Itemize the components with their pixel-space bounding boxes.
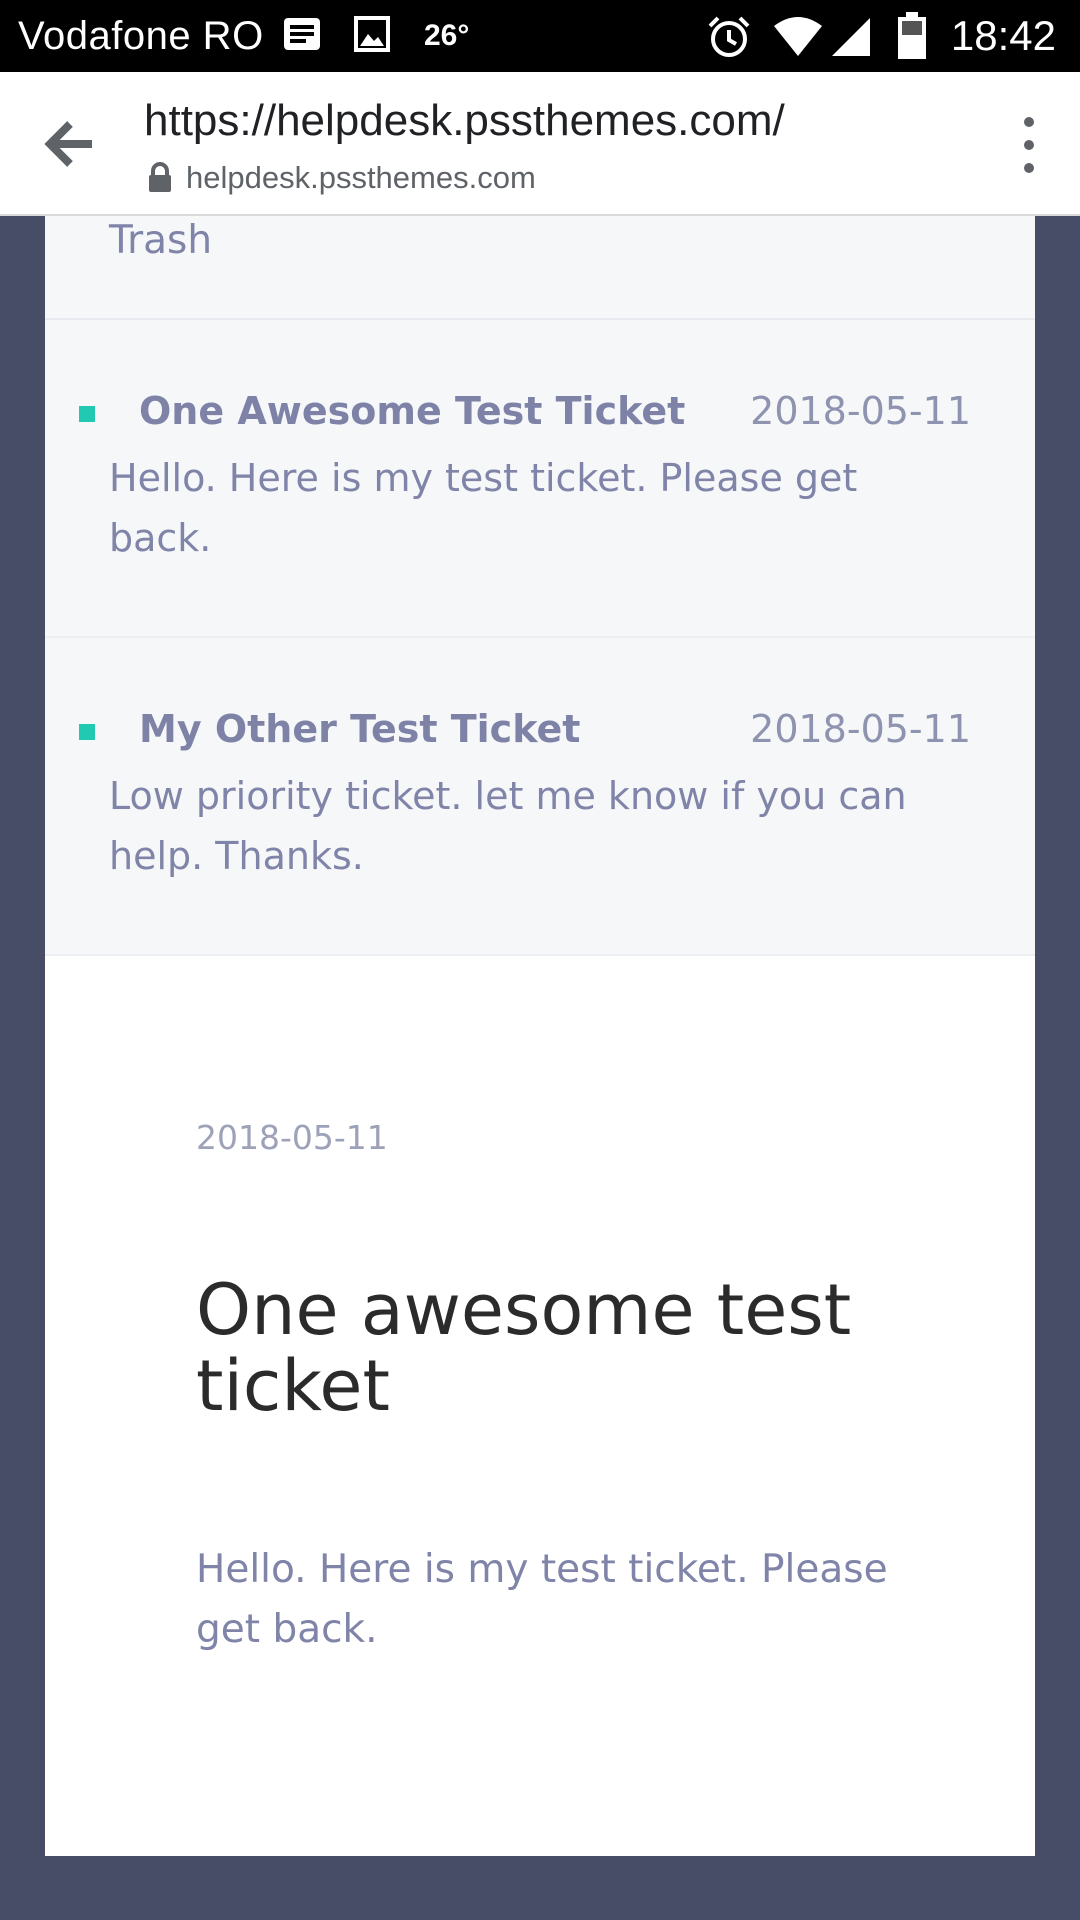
message-icon — [282, 14, 322, 59]
detail-date: 2018-05-11 — [196, 1118, 388, 1157]
lock-icon — [148, 162, 172, 194]
page-domain: helpdesk.pssthemes.com — [186, 160, 536, 195]
sidebar-item-trash[interactable]: Trash — [45, 216, 1035, 320]
carrier-name: Vodafone RO — [18, 14, 264, 58]
detail-title: One awesome test ticket — [196, 1269, 852, 1427]
temperature: 26° — [424, 19, 470, 52]
status-bar: Vodafone RO 26° 18:42 — [0, 0, 1080, 72]
page-url[interactable]: https://helpdesk.pssthemes.com/ — [144, 94, 844, 148]
ticket-date: 2018-05-11 — [750, 389, 971, 433]
status-bullet-icon — [79, 724, 95, 740]
ticket-list: Trash One Awesome Test Ticket 2018-05-11… — [45, 216, 1035, 956]
image-icon — [352, 14, 392, 59]
status-bullet-icon — [79, 406, 95, 422]
back-arrow-icon[interactable] — [40, 116, 104, 172]
overflow-menu-icon[interactable] — [1014, 112, 1044, 178]
ticket-excerpt: Hello. Here is my test ticket. Please ge… — [109, 456, 858, 560]
page-content: Trash One Awesome Test Ticket 2018-05-11… — [45, 216, 1035, 1856]
wifi-icon — [772, 16, 824, 61]
ticket-list-item[interactable]: One Awesome Test Ticket 2018-05-11 Hello… — [45, 320, 1035, 638]
ticket-title[interactable]: My Other Test Ticket — [139, 704, 580, 754]
signal-icon — [830, 16, 872, 61]
clock: 18:42 — [950, 12, 1056, 59]
ticket-title[interactable]: One Awesome Test Ticket — [139, 386, 685, 436]
alarm-icon — [706, 14, 752, 65]
ticket-detail: 2018-05-11 One awesome test ticket Hello… — [45, 956, 1035, 1856]
ticket-excerpt: Low priority ticket. let me know if you … — [109, 774, 907, 878]
trash-label[interactable]: Trash — [109, 216, 212, 266]
ticket-list-item[interactable]: My Other Test Ticket 2018-05-11 Low prio… — [45, 638, 1035, 956]
battery-icon — [896, 12, 928, 65]
browser-toolbar: https://helpdesk.pssthemes.com/ helpdesk… — [0, 72, 1080, 216]
ticket-date: 2018-05-11 — [750, 707, 971, 751]
detail-body: Hello. Here is my test ticket. Please ge… — [196, 1547, 888, 1652]
